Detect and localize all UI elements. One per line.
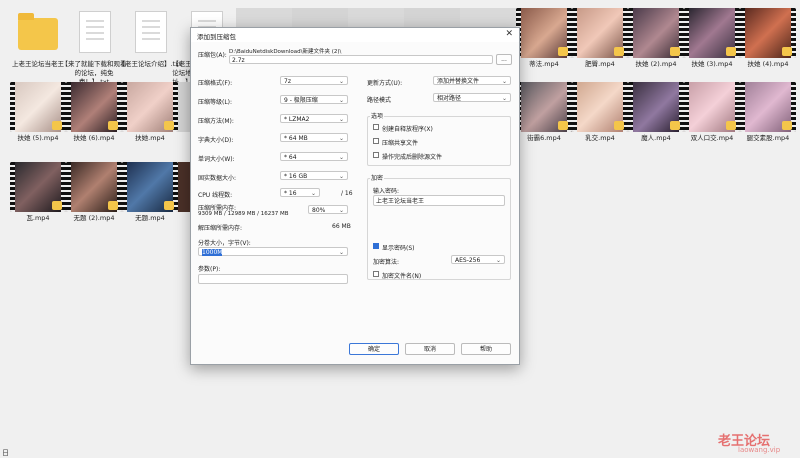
format-label: 压缩格式(F):: [198, 80, 233, 87]
dialog-titlebar[interactable]: 添加到压缩包 ✕: [191, 28, 519, 42]
path-mode-select[interactable]: 相对路径 ⌄: [433, 93, 511, 102]
folder-icon: [18, 13, 58, 50]
chevron-down-icon: ⌄: [338, 173, 344, 180]
media-badge-icon: [670, 47, 680, 56]
cancel-button[interactable]: 取消: [405, 343, 455, 355]
delete-after-label: 操作完成后删除源文件: [382, 154, 443, 161]
chevron-down-icon: ⌄: [501, 78, 507, 85]
decomp-label: 解压缩所需内存:: [198, 225, 243, 232]
chevron-down-icon: ⌄: [338, 207, 344, 214]
file-item-label: 无题.mp4: [135, 214, 165, 222]
media-badge-icon: [558, 47, 568, 56]
media-badge-icon: [52, 121, 62, 130]
dialog-title: 添加到压缩包: [197, 33, 236, 41]
chevron-down-icon: ⌄: [338, 135, 344, 142]
chevron-down-icon: ⌄: [501, 95, 507, 102]
media-badge-icon: [726, 47, 736, 56]
word-select[interactable]: * 64 ⌄: [280, 152, 348, 161]
level-label: 压缩等级(L):: [198, 99, 233, 106]
media-badge-icon: [614, 121, 624, 130]
shared-files-checkbox[interactable]: [373, 138, 379, 144]
split-size-select[interactable]: 1000M ⌄: [198, 247, 348, 256]
encrypt-names-checkbox[interactable]: [373, 271, 379, 277]
media-badge-icon: [726, 121, 736, 130]
dict-label: 字典大小(D):: [198, 137, 234, 144]
media-badge-icon: [782, 47, 792, 56]
format-select[interactable]: 7z ⌄: [280, 76, 348, 85]
help-button[interactable]: 帮助: [461, 343, 511, 355]
media-badge-icon: [52, 201, 62, 210]
chevron-down-icon: ⌄: [495, 257, 501, 264]
text-file-icon: [135, 11, 167, 53]
archive-path: D:\BaiduNetdiskDownload\新建文件夹 (2)\: [229, 49, 342, 55]
level-select[interactable]: 9 - 极限压缩 ⌄: [280, 95, 348, 104]
archive-name-input[interactable]: 2.7z: [229, 55, 493, 64]
enc-method-label: 加密算法:: [373, 259, 400, 266]
params-label: 参数(P):: [198, 266, 221, 273]
chevron-down-icon: ⌄: [338, 97, 344, 104]
media-badge-icon: [164, 121, 174, 130]
options-group-title: 选项: [370, 111, 385, 120]
enc-method-select[interactable]: AES-256 ⌄: [451, 255, 505, 264]
method-select[interactable]: * LZMA2 ⌄: [280, 114, 348, 123]
ok-button[interactable]: 确定: [349, 343, 399, 355]
method-label: 压缩方法(M):: [198, 118, 234, 125]
browse-button[interactable]: ...: [496, 54, 512, 65]
media-badge-icon: [108, 121, 118, 130]
word-label: 单词大小(W):: [198, 156, 235, 163]
params-input[interactable]: [198, 274, 348, 284]
solid-label: 固实数据大小:: [198, 175, 237, 182]
chevron-down-icon: ⌄: [338, 154, 344, 161]
password-input[interactable]: 上老王论坛当老王: [373, 195, 505, 206]
update-select[interactable]: 添加并替换文件 ⌄: [433, 76, 511, 85]
shared-files-label: 压缩共享文件: [382, 140, 419, 147]
decomp-value: 66 MB: [332, 223, 351, 230]
delete-after-checkbox[interactable]: [373, 152, 379, 158]
chevron-down-icon: ⌄: [338, 116, 344, 123]
watermark-sub: laowang.vip: [738, 446, 781, 454]
media-badge-icon: [108, 201, 118, 210]
cpu-label: CPU 线程数:: [198, 192, 233, 199]
show-password-checkbox[interactable]: [373, 243, 379, 249]
add-to-archive-dialog: 添加到压缩包 ✕ 压缩包(A): D:\BaiduNetdiskDownload…: [190, 27, 520, 365]
media-badge-icon: [614, 47, 624, 56]
media-badge-icon: [670, 121, 680, 130]
status-corner-glyph: 日: [2, 449, 9, 457]
encryption-group-title: 加密: [370, 173, 385, 182]
cpu-total: / 16: [341, 190, 353, 197]
cpu-select[interactable]: * 16 ⌄: [280, 188, 320, 197]
mem-detail: 9309 MB / 12989 MB / 16237 MB: [198, 211, 289, 217]
split-label: 分卷大小，字节(V):: [198, 240, 251, 247]
text-file-icon: [79, 11, 111, 53]
media-badge-icon: [558, 121, 568, 130]
show-password-label: 显示密码(S): [382, 245, 415, 252]
chevron-down-icon: ⌄: [338, 78, 344, 85]
sfx-checkbox[interactable]: [373, 124, 379, 130]
update-label: 更新方式(U):: [367, 80, 403, 87]
password-label: 输入密码:: [373, 188, 400, 195]
close-icon[interactable]: ✕: [505, 29, 513, 39]
chevron-down-icon: ⌄: [310, 190, 316, 197]
solid-select[interactable]: * 16 GB ⌄: [280, 171, 348, 180]
encrypt-names-label: 加密文件名(N): [382, 273, 422, 280]
file-item-label: 腿交素股.mp4: [746, 134, 790, 142]
path-mode-label: 路径模式: [367, 97, 392, 104]
file-item-label: 扶她 (4).mp4: [747, 60, 789, 68]
chevron-down-icon: ⌄: [338, 249, 344, 256]
mem-percent-select[interactable]: 80% ⌄: [308, 205, 348, 214]
archive-label: 压缩包(A):: [198, 52, 227, 59]
media-badge-icon: [164, 201, 174, 210]
media-badge-icon: [782, 121, 792, 130]
dict-select[interactable]: * 64 MB ⌄: [280, 133, 348, 142]
file-item-label: 扶她.mp4: [135, 134, 165, 142]
sfx-label: 创建自释放程序(X): [382, 126, 433, 133]
